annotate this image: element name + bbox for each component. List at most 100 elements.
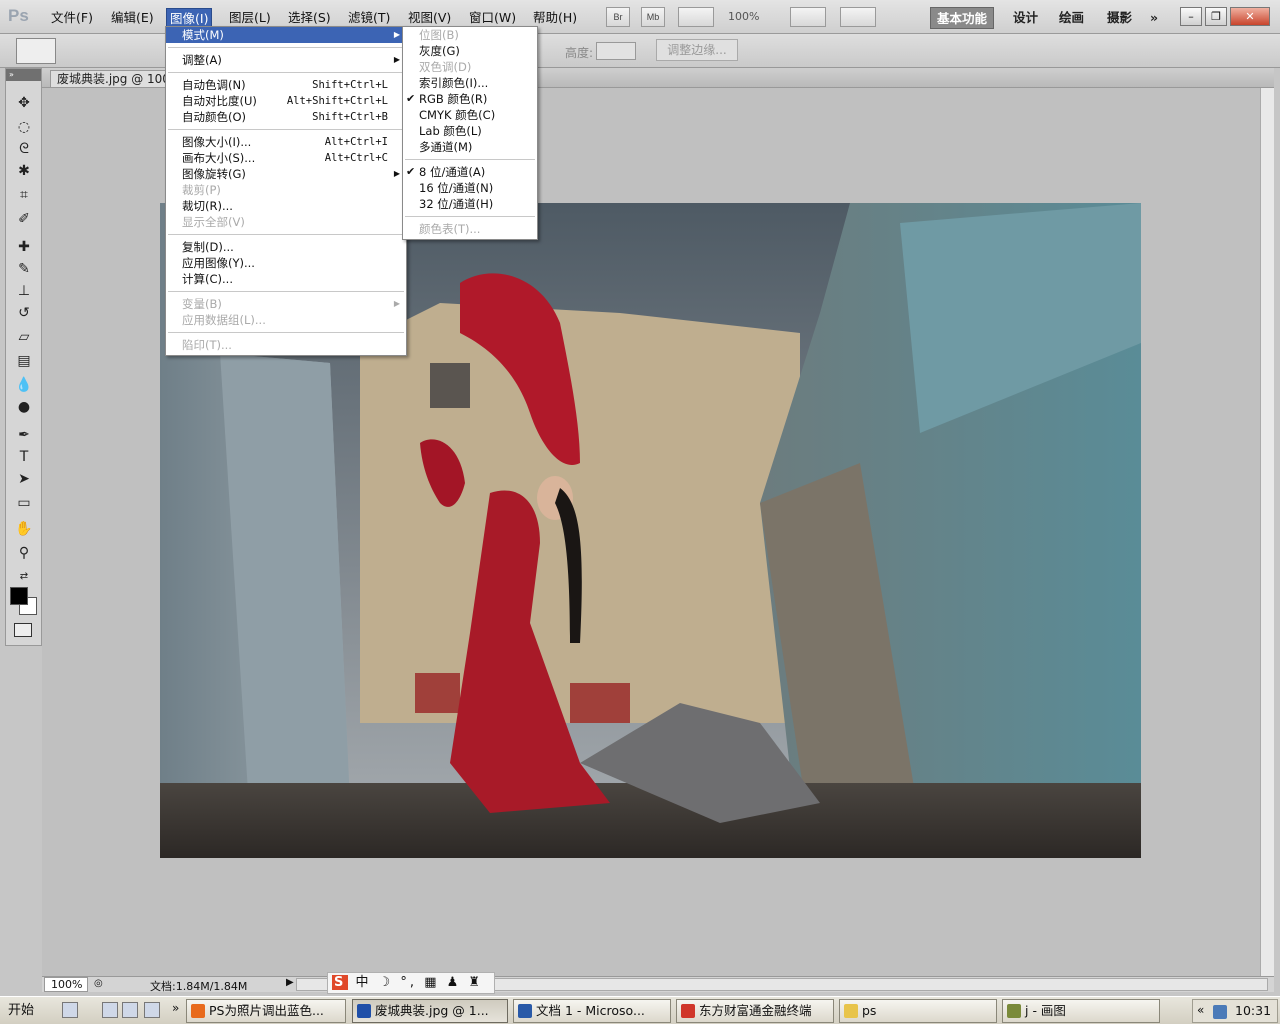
- shape-tool-icon[interactable]: ▭: [12, 493, 36, 513]
- refine-edge-button[interactable]: 调整边缘...: [656, 39, 738, 61]
- menu-item-auto-tone[interactable]: 自动色调(N) Shift+Ctrl+L: [166, 77, 406, 93]
- back-building: [360, 303, 800, 723]
- mode-item-grayscale[interactable]: 灰度(G): [403, 43, 537, 59]
- checkmark-icon: ✔: [406, 165, 416, 178]
- mode-item-8bit[interactable]: ✔ 8 位/通道(A): [403, 164, 537, 180]
- menu-select[interactable]: 选择(S): [285, 8, 334, 28]
- taskbar-item[interactable]: ps: [839, 999, 997, 1023]
- menu-item-duplicate[interactable]: 复制(D)...: [166, 239, 406, 255]
- photoshop-window: Ps 文件(F) 编辑(E) 图像(I) 图层(L) 选择(S) 滤镜(T) 视…: [0, 0, 1280, 1024]
- healing-brush-icon[interactable]: ✚: [12, 237, 36, 257]
- mode-item-rgb[interactable]: ✔ RGB 颜色(R): [403, 91, 537, 107]
- minimize-icon[interactable]: –: [1180, 7, 1202, 26]
- mode-item-32bit[interactable]: 32 位/通道(H): [403, 196, 537, 212]
- menu-item-canvas-size[interactable]: 画布大小(S)... Alt+Ctrl+C: [166, 150, 406, 166]
- quicklaunch-icon[interactable]: [102, 1002, 118, 1018]
- menu-item-adjustments[interactable]: 调整(A) ▶: [166, 52, 406, 68]
- workspace-essentials[interactable]: 基本功能: [930, 7, 995, 29]
- menu-item-trim[interactable]: 裁切(R)...: [166, 198, 406, 214]
- view-extras-button[interactable]: [678, 7, 714, 27]
- bridge-button[interactable]: Br: [606, 7, 630, 27]
- ime-toolbar[interactable]: S 中 ☽ °, ▦ ♟ ♜ ✎: [327, 972, 495, 1010]
- taskbar-item[interactable]: 废城典装.jpg @ 1...: [352, 999, 508, 1023]
- zoom-field[interactable]: 100%: [44, 977, 88, 992]
- taskbar-item[interactable]: j - 画图: [1002, 999, 1160, 1023]
- eyedropper-tool-icon[interactable]: ✐: [12, 209, 36, 229]
- quicklaunch-icon[interactable]: [144, 1002, 160, 1018]
- taskbar-item[interactable]: 东方财富通金融终端: [676, 999, 834, 1023]
- menu-view[interactable]: 视图(V): [405, 8, 454, 28]
- status-arrow-icon[interactable]: ▶: [286, 977, 294, 988]
- pen-tool-icon[interactable]: ✒: [12, 425, 36, 445]
- workspace-more-icon[interactable]: »: [1144, 7, 1164, 29]
- quicklaunch-more-icon[interactable]: »: [172, 1001, 179, 1015]
- taskbar-item[interactable]: 文档 1 - Microso...: [513, 999, 671, 1023]
- lasso-tool-icon[interactable]: ᘓ: [12, 139, 36, 159]
- status-menu-icon[interactable]: ◎: [94, 978, 103, 989]
- menu-item-apply-image[interactable]: 应用图像(Y)...: [166, 255, 406, 271]
- menu-item-calculations[interactable]: 计算(C)...: [166, 271, 406, 287]
- hand-tool-icon[interactable]: ✋: [12, 519, 36, 539]
- crop-tool-icon[interactable]: ⌗: [12, 185, 36, 205]
- menu-filter[interactable]: 滤镜(T): [345, 8, 393, 28]
- history-brush-icon[interactable]: ↺: [12, 303, 36, 323]
- vertical-scrollbar[interactable]: [1260, 88, 1274, 976]
- height-field[interactable]: [596, 42, 636, 60]
- mode-item-indexed[interactable]: 索引颜色(I)...: [403, 75, 537, 91]
- menu-item-trap: 陷印(T)...: [182, 338, 232, 352]
- zoom-tool-icon[interactable]: ⚲: [12, 543, 36, 563]
- clone-stamp-icon[interactable]: ⊥: [12, 281, 36, 301]
- type-tool-icon[interactable]: T: [12, 447, 36, 467]
- marquee-tool-icon[interactable]: ◌: [12, 117, 36, 137]
- tools-panel: » ✥ ◌ ᘓ ✱ ⌗ ✐ ✚ ✎ ⊥ ↺ ▱ ▤ 💧 ● ✒ T ➤ ▭ ✋ …: [5, 68, 42, 646]
- zoom-level[interactable]: 100%: [728, 10, 759, 23]
- menu-window[interactable]: 窗口(W): [466, 8, 519, 28]
- mode-item-cmyk[interactable]: CMYK 颜色(C): [403, 107, 537, 123]
- blur-tool-icon[interactable]: 💧: [12, 375, 36, 395]
- move-tool-icon[interactable]: ✥: [12, 93, 36, 113]
- arrange-documents-button[interactable]: [790, 7, 826, 27]
- menu-file[interactable]: 文件(F): [48, 8, 96, 28]
- start-button[interactable]: 开始: [2, 999, 54, 1023]
- menu-item-image-rotation[interactable]: 图像旋转(G) ▶: [166, 166, 406, 182]
- gradient-tool-icon[interactable]: ▤: [12, 351, 36, 371]
- swap-colors-icon[interactable]: ⇄: [12, 567, 36, 587]
- menu-item-auto-contrast[interactable]: 自动对比度(U) Alt+Shift+Ctrl+L: [166, 93, 406, 109]
- menu-item-image-size[interactable]: 图像大小(I)... Alt+Ctrl+I: [166, 134, 406, 150]
- quick-mask-icon[interactable]: [14, 623, 32, 637]
- menu-layer[interactable]: 图层(L): [226, 8, 274, 28]
- clock: 10:31: [1235, 1003, 1272, 1018]
- network-icon[interactable]: [1213, 1005, 1227, 1019]
- brush-tool-icon[interactable]: ✎: [12, 259, 36, 279]
- menu-item-mode[interactable]: 模式(M) ▶: [166, 27, 406, 43]
- restore-icon[interactable]: ❐: [1205, 7, 1227, 26]
- mode-item-lab[interactable]: Lab 颜色(L): [403, 123, 537, 139]
- back-window: [430, 363, 470, 408]
- eraser-tool-icon[interactable]: ▱: [12, 327, 36, 347]
- close-icon[interactable]: ✕: [1230, 7, 1270, 26]
- tools-collapse-icon[interactable]: »: [6, 69, 41, 81]
- workspace-design[interactable]: 设计: [1007, 7, 1044, 29]
- system-tray: « 10:31: [1192, 999, 1278, 1023]
- dodge-tool-icon[interactable]: ●: [12, 397, 36, 417]
- menu-edit[interactable]: 编辑(E): [108, 8, 157, 28]
- mode-item-16bit[interactable]: 16 位/通道(N): [403, 180, 537, 196]
- taskbar-item[interactable]: PS为照片调出蓝色...: [186, 999, 346, 1023]
- quicklaunch-icon[interactable]: [62, 1002, 78, 1018]
- menu-help[interactable]: 帮助(H): [530, 8, 580, 28]
- workspace-photography[interactable]: 摄影: [1101, 7, 1138, 29]
- ps-logo: Ps: [8, 6, 29, 25]
- quick-select-tool-icon[interactable]: ✱: [12, 161, 36, 181]
- image-menu: 模式(M) ▶ 调整(A) ▶ 自动色调(N) Shift+Ctrl+L 自动对比度(…: [165, 26, 407, 356]
- mode-item-multichannel[interactable]: 多通道(M): [403, 139, 537, 155]
- screen-mode-button[interactable]: [840, 7, 876, 27]
- foreground-color-swatch[interactable]: [10, 587, 28, 605]
- menu-image[interactable]: 图像(I): [166, 8, 213, 28]
- tray-expand-icon[interactable]: «: [1197, 1003, 1204, 1017]
- quicklaunch-icon[interactable]: [122, 1002, 138, 1018]
- workspace-painting[interactable]: 绘画: [1053, 7, 1090, 29]
- path-select-icon[interactable]: ➤: [12, 469, 36, 489]
- tool-preset-picker[interactable]: [16, 38, 56, 64]
- minibridge-button[interactable]: Mb: [641, 7, 665, 27]
- menu-item-auto-color[interactable]: 自动颜色(O) Shift+Ctrl+B: [166, 109, 406, 125]
